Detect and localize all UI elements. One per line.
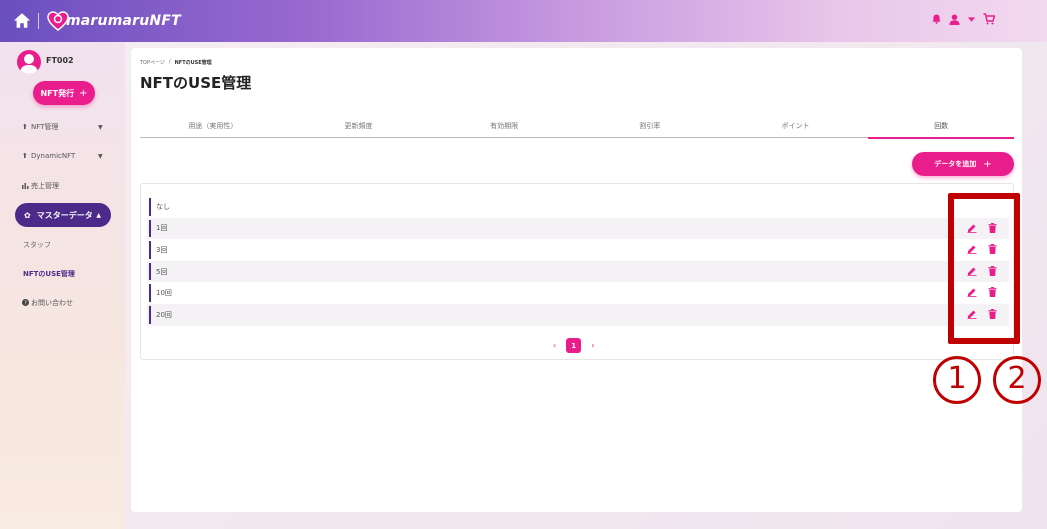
list-item: 10回 xyxy=(147,282,1009,304)
bar-chart-icon xyxy=(22,182,31,191)
annotation-highlight-box xyxy=(948,193,1020,344)
sidebar: FT002 NFT発行 + ⬆ NFT管理 ▼ ⬆ DynamicNFT ▼ 売… xyxy=(0,42,125,529)
data-list-panel: なし 1回 3回 5回 10回 20回 ‹ 1 › xyxy=(140,183,1014,360)
brand-logo[interactable]: marumaruNFT xyxy=(46,8,181,34)
add-data-button[interactable]: データを追加 + xyxy=(912,152,1014,176)
pagination: ‹ 1 › xyxy=(553,338,594,353)
prev-page-button[interactable]: ‹ xyxy=(553,341,556,350)
svg-text:?: ? xyxy=(24,300,27,306)
breadcrumb-current: NFTのUSE管理 xyxy=(174,60,212,66)
brand-name: marumaruNFT xyxy=(66,13,181,29)
row-marker xyxy=(149,219,151,238)
list-item-label: 20回 xyxy=(156,310,172,319)
annotation-number: 2 xyxy=(1007,361,1027,396)
sidebar-item-label: マスターデータ xyxy=(36,210,93,220)
user-name: FT002 xyxy=(46,56,74,65)
breadcrumb-root[interactable]: TOPページ xyxy=(140,59,165,66)
header-actions xyxy=(932,13,995,25)
list-item-label: 3回 xyxy=(156,245,168,254)
list-item-label: 1回 xyxy=(156,224,168,233)
tab-discount-rate[interactable]: 割引率 xyxy=(577,118,723,137)
list-item: なし xyxy=(147,196,1009,218)
list-item-label: なし xyxy=(156,202,170,211)
sidebar-item-sales[interactable]: 売上管理 xyxy=(22,181,59,191)
sidebar-item-master-data[interactable]: ✿ マスターデータ ▲ xyxy=(15,203,111,227)
sidebar-item-label: NFT管理 xyxy=(31,123,59,131)
list-item-label: 10回 xyxy=(156,289,172,298)
chevron-down-icon: ▼ xyxy=(98,152,103,160)
row-marker xyxy=(149,262,151,281)
tab-usage[interactable]: 用途（実用性） xyxy=(140,118,286,137)
breadcrumb-separator: / xyxy=(168,59,171,65)
header-divider xyxy=(38,13,39,29)
sidebar-item-dynamic-nft[interactable]: ⬆ DynamicNFT ▼ xyxy=(22,152,103,160)
tab-update-frequency[interactable]: 更新頻度 xyxy=(286,118,432,137)
sidebar-subitem-nft-use[interactable]: NFTのUSE管理 xyxy=(23,269,75,279)
main-card: TOPページ / NFTのUSE管理 NFTのUSE管理 用途（実用性） 更新頻… xyxy=(131,48,1022,512)
tab-points[interactable]: ポイント xyxy=(723,118,869,137)
row-marker xyxy=(149,284,151,302)
sidebar-subitem-staff[interactable]: スタッフ xyxy=(23,240,51,250)
question-icon: ? xyxy=(22,298,31,308)
upload-icon: ⬆ xyxy=(22,123,28,131)
list-item-label: 5回 xyxy=(156,267,168,276)
page-number-current[interactable]: 1 xyxy=(566,338,582,353)
list-item: 1回 xyxy=(147,217,1009,240)
home-icon[interactable] xyxy=(13,12,31,29)
row-marker xyxy=(149,198,151,216)
sidebar-item-label: 売上管理 xyxy=(31,182,59,190)
avatar[interactable] xyxy=(17,50,41,74)
page-title: NFTのUSE管理 xyxy=(140,74,252,92)
annotation-number: 1 xyxy=(947,361,967,396)
user-icon[interactable] xyxy=(949,13,960,25)
nft-issue-label: NFT発行 xyxy=(40,88,75,98)
next-page-button[interactable]: › xyxy=(591,341,594,350)
list-item: 20回 xyxy=(147,303,1009,326)
row-marker xyxy=(149,305,151,324)
gear-icon: ✿ xyxy=(24,210,31,220)
tab-bar: 用途（実用性） 更新頻度 有効期限 割引率 ポイント 回数 xyxy=(140,118,1014,139)
row-marker xyxy=(149,241,151,259)
chevron-down-icon[interactable] xyxy=(968,16,975,22)
tab-expiration[interactable]: 有効期限 xyxy=(431,118,577,137)
sidebar-item-label: お問い合わせ xyxy=(31,299,73,307)
bell-icon[interactable] xyxy=(932,14,941,24)
user-avatar-icon xyxy=(20,54,38,74)
data-list: なし 1回 3回 5回 10回 20回 xyxy=(147,196,1009,326)
cart-icon[interactable] xyxy=(983,13,995,25)
chevron-up-icon: ▲ xyxy=(96,211,101,219)
list-item: 5回 xyxy=(147,260,1009,283)
chevron-down-icon: ▼ xyxy=(98,123,103,131)
sidebar-item-label: DynamicNFT xyxy=(31,152,76,160)
sidebar-item-nft-management[interactable]: ⬆ NFT管理 ▼ xyxy=(22,122,103,132)
plus-icon: + xyxy=(983,158,992,170)
breadcrumb: TOPページ / NFTのUSE管理 xyxy=(140,59,212,66)
upload-icon: ⬆ xyxy=(22,152,28,160)
sidebar-item-contact[interactable]: ? お問い合わせ xyxy=(22,298,73,308)
add-data-label: データを追加 xyxy=(934,160,977,168)
tab-count[interactable]: 回数 xyxy=(868,118,1014,139)
plus-icon: + xyxy=(79,87,88,99)
annotation-marker-edit: 1 xyxy=(933,356,981,404)
nft-issue-button[interactable]: NFT発行 + xyxy=(33,81,95,105)
top-header: marumaruNFT xyxy=(0,0,1047,42)
list-item: 3回 xyxy=(147,239,1009,261)
annotation-marker-delete: 2 xyxy=(993,356,1041,404)
